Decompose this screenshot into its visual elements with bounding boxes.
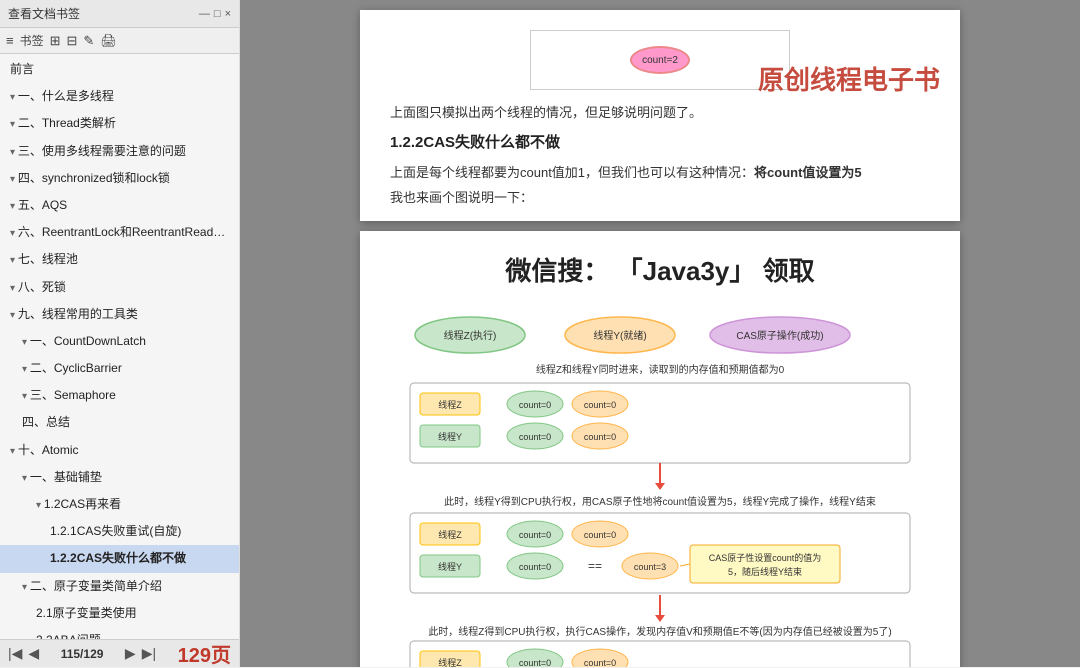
toc-item-10-2-1[interactable]: 2.1原子变量类使用 [0, 600, 239, 627]
svg-text:此时，线程Y得到CPU执行权，用CAS原子性地将count值: 此时，线程Y得到CPU执行权，用CAS原子性地将count值设置为5，线程Y完成… [444, 495, 876, 508]
svg-text:线程Z: 线程Z [438, 529, 462, 540]
svg-text:count=0: count=0 [584, 400, 616, 410]
svg-text:线程Z: 线程Z [438, 657, 462, 667]
svg-text:线程Z: 线程Z [438, 399, 462, 410]
svg-text:count=3: count=3 [634, 562, 666, 572]
toc-item-8[interactable]: 八、死锁 [0, 274, 239, 301]
svg-text:线程Z和线程Y同时进来，读取到的内存值和预期值都为0: 线程Z和线程Y同时进来，读取到的内存值和预期值都为0 [536, 363, 785, 376]
minimize-icon[interactable]: — [199, 8, 210, 20]
collapse-icon[interactable]: ⊟ [67, 33, 78, 49]
svg-text:线程Z(执行): 线程Z(执行) [444, 329, 497, 342]
svg-text:count=0: count=0 [519, 658, 551, 667]
svg-text:线程Y: 线程Y [438, 561, 462, 572]
toc-item-3[interactable]: 三、使用多线程需要注意的问题 [0, 138, 239, 165]
restore-icon[interactable]: □ [214, 8, 221, 20]
toc-item-10-1-2-2[interactable]: 1.2.2CAS失败什么都不做 [0, 545, 239, 572]
right-panel: count=2 上面图只模拟出两个线程的情况，但足够说明问题了。 1.2.2CA… [240, 0, 1080, 667]
page-label: 129页 [178, 639, 231, 668]
toolbar-top: 查看文档书签 — □ × [0, 0, 239, 28]
svg-text:count=0: count=0 [519, 400, 551, 410]
svg-text:count=0: count=0 [519, 432, 551, 442]
toc-item-2[interactable]: 二、Thread类解析 [0, 110, 239, 137]
toc-item-10-1-2[interactable]: 1.2CAS再来看 [0, 491, 239, 518]
nav-arrows: |◀ ◀ [8, 645, 39, 662]
toolbar-icons: ≡ 书签 ⊞ ⊟ ✎ 🖨 [0, 28, 239, 54]
toc-item-9-2[interactable]: 二、CyclicBarrier [0, 355, 239, 382]
toc-item-qianyan[interactable]: 前言 [0, 56, 239, 83]
intro-text: 上面图只模拟出两个线程的情况，但足够说明问题了。 [390, 102, 930, 121]
toc-item-9-3[interactable]: 三、Semaphore [0, 382, 239, 409]
section-title: 1.2.2CAS失败什么都不做 [390, 131, 930, 152]
toc-item-7[interactable]: 七、线程池 [0, 246, 239, 273]
bottom-bar: |◀ ◀ 115/129 ▶ ▶| 129页 [0, 639, 239, 667]
toc-item-10-2-2[interactable]: 2.2ABA问题 [0, 627, 239, 639]
page-top: count=2 上面图只模拟出两个线程的情况，但足够说明问题了。 1.2.2CA… [360, 10, 960, 221]
svg-text:==: == [588, 559, 602, 573]
expand-icon[interactable]: ⊞ [50, 33, 61, 49]
toc-item-10-1[interactable]: 一、基础铺垫 [0, 464, 239, 491]
svg-text:5，随后线程Y结束: 5，随后线程Y结束 [728, 566, 802, 577]
svg-text:count=0: count=0 [519, 562, 551, 572]
toc-item-10[interactable]: 十、Atomic [0, 437, 239, 464]
toc-item-6[interactable]: 六、ReentrantLock和ReentrantReadW... [0, 219, 239, 246]
wechat-header: 微信搜： 「Java3y」 领取 [380, 246, 940, 293]
svg-text:线程Y: 线程Y [438, 431, 462, 442]
diagram-page: 微信搜： 「Java3y」 领取 线程Z(执行) 线程Y(就绪) CAS原子操作… [360, 231, 960, 667]
total-pages: 129 [83, 647, 103, 661]
window-controls: — □ × [199, 8, 231, 20]
toc-item-1[interactable]: 一、什么是多线程 [0, 83, 239, 110]
svg-text:count=0: count=0 [584, 432, 616, 442]
next-page-icon[interactable]: ▶ [125, 645, 136, 662]
menu-icon[interactable]: ≡ [6, 33, 14, 48]
toc-item-10-1-2-1[interactable]: 1.2.1CAS失败重试(自旋) [0, 518, 239, 545]
svg-text:CAS原子性设置count的值为: CAS原子性设置count的值为 [709, 552, 822, 563]
bold-part: 将count值设置为5 [754, 165, 862, 180]
body-text1: 上面是每个线程都要为count值加1，但我们也可以有这种情况：将count值设置… [390, 162, 930, 181]
toc-item-4[interactable]: 四、synchronized锁和lock锁 [0, 165, 239, 192]
svg-text:count=0: count=0 [584, 658, 616, 667]
toc-item-9[interactable]: 九、线程常用的工具类 [0, 301, 239, 328]
toc-item-9-4[interactable]: 四、总结 [0, 409, 239, 436]
toc-area: 前言 一、什么是多线程 二、Thread类解析 三、使用多线程需要注意的问题 四… [0, 54, 239, 639]
svg-text:count=0: count=0 [584, 530, 616, 540]
current-page: 115 [61, 647, 80, 661]
svg-text:count=0: count=0 [519, 530, 551, 540]
window-title: 查看文档书签 [8, 5, 80, 22]
close-icon[interactable]: × [225, 8, 231, 20]
page-info: 115/129 [61, 647, 104, 661]
last-page-icon[interactable]: ▶| [142, 645, 156, 662]
svg-text:CAS原子操作(成功): CAS原子操作(成功) [736, 329, 823, 342]
toc-item-9-1[interactable]: 一、CountDownLatch [0, 328, 239, 355]
toc-item-5[interactable]: 五、AQS [0, 192, 239, 219]
svg-text:此时，线程Z得到CPU执行权，执行CAS操作，发现内存值V和: 此时，线程Z得到CPU执行权，执行CAS操作，发现内存值V和预期值E不等(因为内… [428, 625, 891, 638]
prev-page-icon[interactable]: ◀ [28, 645, 39, 662]
edit-icon[interactable]: ✎ [83, 33, 94, 49]
diagram-container: 线程Z(执行) 线程Y(就绪) CAS原子操作(成功) 线程Z和线程Y同时进来，… [380, 305, 940, 667]
print-icon[interactable]: 🖨 [100, 33, 117, 49]
left-panel: 查看文档书签 — □ × ≡ 书签 ⊞ ⊟ ✎ 🖨 前言 一、什么是多线程 二、… [0, 0, 240, 667]
nav-arrows-right: ▶ ▶| [125, 645, 156, 662]
first-page-icon[interactable]: |◀ [8, 645, 22, 662]
bookmark-label[interactable]: 书签 [20, 32, 44, 49]
toc-item-10-2[interactable]: 二、原子变量类简单介绍 [0, 573, 239, 600]
body-text2: 我也来画个图说明一下： [390, 187, 930, 206]
svg-text:线程Y(就绪): 线程Y(就绪) [593, 329, 646, 342]
